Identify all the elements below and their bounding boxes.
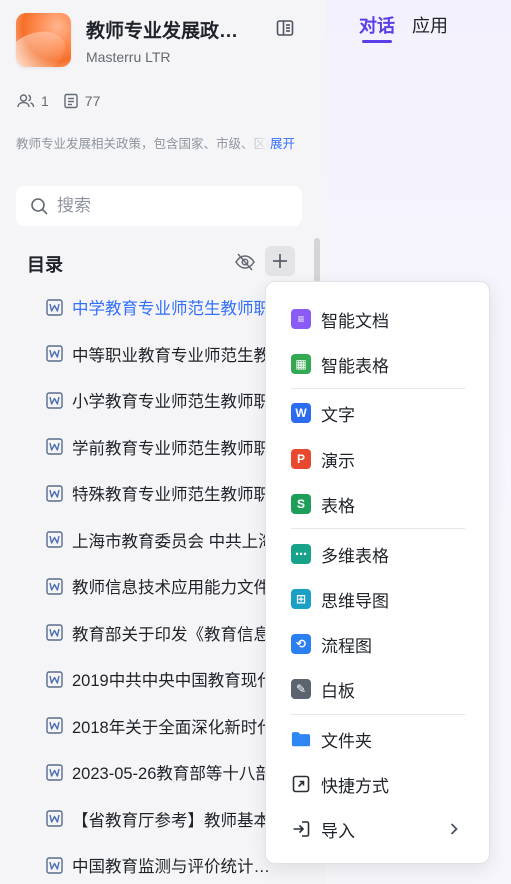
folder-icon	[291, 732, 311, 747]
presentation-icon: P	[291, 449, 311, 469]
word-document-icon	[46, 810, 63, 827]
document-title: 2019中共中央中国教育现代化2035	[72, 672, 292, 691]
new-document-menu: ≡ 智能文档 ▦ 智能表格 W 文字 P 演示 S 表格 ⋯ 多维表格 ⊞ 思维导图 ⟲ 流程图 ✎ 白板 文件夹快…	[265, 281, 490, 864]
tab-chat[interactable]: 对话	[359, 12, 395, 38]
word-document-icon	[46, 717, 63, 734]
menu-item-smart-sheet[interactable]: ▦ 智能表格	[266, 344, 489, 384]
menu-item-label: 流程图	[321, 636, 372, 656]
menu-item-smart-doc[interactable]: ≡ 智能文档	[266, 299, 489, 339]
member-count[interactable]: 1	[17, 93, 49, 109]
document-title: 学前教育专业师范生教师职业能力标准	[72, 439, 292, 458]
menu-item-label: 导入	[321, 821, 355, 841]
search-icon	[31, 197, 48, 215]
menu-divider	[291, 714, 465, 715]
menu-item-multidim-table[interactable]: ⋯ 多维表格	[266, 534, 489, 574]
word-document-icon	[46, 438, 63, 455]
toc-title: 目录	[27, 255, 63, 275]
members-icon	[17, 94, 35, 108]
member-count-value: 1	[41, 93, 49, 109]
document-title: 中国教育监测与评价统计指标体系	[72, 858, 280, 877]
knowledge-base-title: 教师专业发展政策知识库	[86, 21, 256, 42]
document-count-value: 77	[84, 93, 101, 109]
menu-item-mindmap[interactable]: ⊞ 思维导图	[266, 579, 489, 619]
menu-item-label: 演示	[321, 451, 355, 471]
description-text: 教师专业发展相关政策，包含国家、市级、区级等文件	[16, 137, 270, 151]
document-title: 特殊教育专业师范生教师职业能力标准	[72, 486, 292, 505]
document-title: 教育部关于印发《教育信息化2.0行动计划》	[72, 625, 292, 644]
whiteboard-icon: ✎	[291, 679, 311, 699]
menu-item-label: 快捷方式	[321, 776, 389, 796]
smart-doc-icon: ≡	[291, 309, 311, 329]
knowledge-base-owner: Masterru LTR	[86, 49, 171, 65]
menu-item-import[interactable]: 导入	[266, 809, 489, 849]
document-title: 2023-05-26教育部等十八部门关于加强	[72, 765, 292, 784]
search-input[interactable]	[57, 196, 277, 216]
smart-sheet-icon: ▦	[291, 354, 311, 374]
word-document-icon	[46, 857, 63, 874]
shortcut-icon	[292, 775, 310, 793]
mindmap-icon: ⊞	[291, 589, 311, 609]
menu-item-sheet[interactable]: S 表格	[266, 484, 489, 524]
word-icon: W	[291, 403, 311, 423]
word-document-icon	[46, 392, 63, 409]
menu-item-presentation[interactable]: P 演示	[266, 439, 489, 479]
expand-description-link[interactable]: 展开	[270, 133, 295, 152]
plus-icon	[273, 254, 287, 268]
sheet-icon: S	[291, 494, 311, 514]
menu-item-label: 表格	[321, 496, 355, 516]
multidim-table-icon: ⋯	[291, 544, 311, 564]
menu-item-shortcut[interactable]: 快捷方式	[266, 764, 489, 804]
knowledge-base-cover	[16, 13, 71, 67]
add-document-button[interactable]	[265, 246, 295, 276]
menu-item-label: 智能表格	[321, 356, 389, 376]
menu-item-label: 文件夹	[321, 731, 372, 751]
knowledge-base-stats: 1 77	[17, 93, 114, 109]
word-document-icon	[46, 299, 63, 316]
menu-item-word[interactable]: W 文字	[266, 393, 489, 433]
menu-item-label: 多维表格	[321, 546, 389, 566]
menu-item-label: 白板	[321, 681, 355, 701]
flowchart-icon: ⟲	[291, 634, 311, 654]
document-title: 上海市教育委员会 中共上海市委教育工作委员会	[72, 532, 292, 551]
menu-item-whiteboard[interactable]: ✎ 白板	[266, 669, 489, 709]
document-title: 中学教育专业师范生教师职业能力标准	[72, 300, 292, 319]
hide-eye-icon[interactable]	[233, 250, 257, 274]
document-title: 教师信息技术应用能力文件	[72, 579, 270, 598]
word-document-icon	[46, 671, 63, 688]
word-document-icon	[46, 578, 63, 595]
document-title: 【省教育厅参考】教师基本功训练	[72, 811, 292, 830]
menu-item-flowchart[interactable]: ⟲ 流程图	[266, 624, 489, 664]
tab-apps[interactable]: 应用	[412, 12, 448, 38]
document-list-icon	[64, 93, 78, 109]
search-box[interactable]	[16, 186, 302, 226]
menu-item-label: 智能文档	[321, 311, 389, 331]
menu-item-folder[interactable]: 文件夹	[266, 719, 489, 759]
word-document-icon	[46, 345, 63, 362]
word-document-icon	[46, 624, 63, 641]
document-title: 中等职业教育专业师范生教师职业能力标准	[72, 346, 292, 365]
document-title: 2018年关于全面深化新时代教师队伍建设改革	[72, 718, 292, 737]
import-icon	[293, 821, 310, 837]
word-document-icon	[46, 764, 63, 781]
active-tab-indicator	[362, 40, 392, 43]
menu-divider	[291, 388, 465, 389]
menu-item-label: 思维导图	[321, 591, 389, 611]
document-title: 小学教育专业师范生教师职业能力标准	[72, 393, 292, 412]
word-document-icon	[46, 531, 63, 548]
menu-divider	[291, 528, 465, 529]
menu-item-label: 文字	[321, 405, 355, 425]
knowledge-base-description: 教师专业发展相关政策，包含国家、市级、区级等文件展开	[16, 133, 306, 152]
word-document-icon	[46, 485, 63, 502]
document-count[interactable]: 77	[63, 93, 101, 109]
toggle-sidebar-icon[interactable]	[275, 18, 295, 38]
chevron-right-icon	[450, 823, 458, 835]
